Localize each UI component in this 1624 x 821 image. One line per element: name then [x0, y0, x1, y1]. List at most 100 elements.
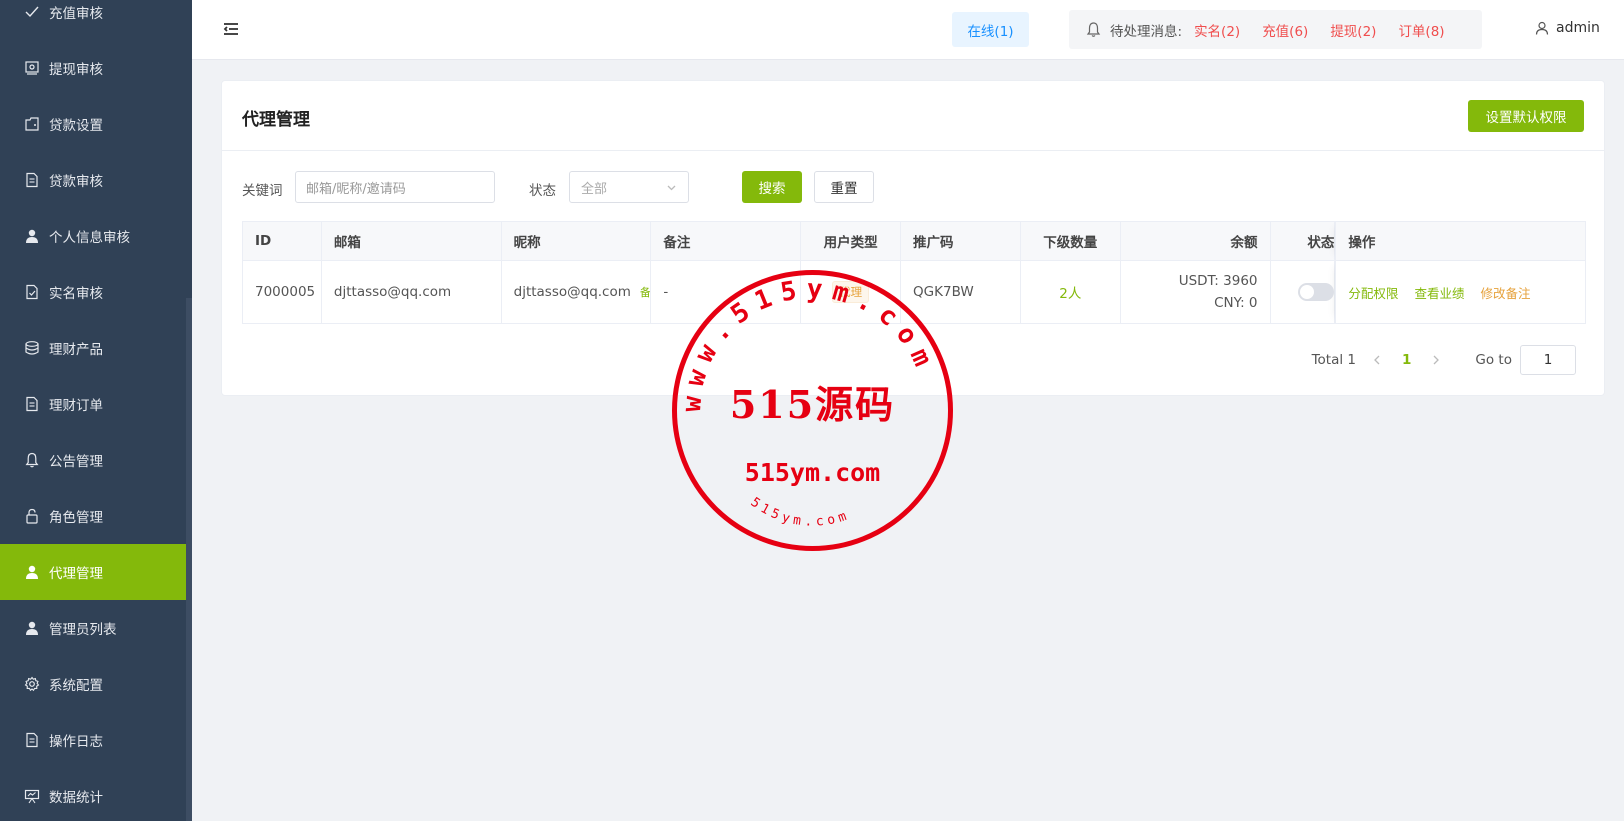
pending-link-withdraw[interactable]: 提现(2)	[1330, 20, 1376, 40]
chevron-down-icon	[666, 182, 677, 193]
agent-management-card: 代理管理 设置默认权限 关键词 邮箱/昵称/邀请码 状态 全部 搜索 重置 ID…	[221, 80, 1605, 396]
user-menu[interactable]: admin	[1535, 20, 1600, 36]
page-number-current[interactable]: 1	[1402, 352, 1411, 368]
sidebar-item-5[interactable]: 个人信息审核	[0, 208, 192, 264]
cell-actions: 分配权限 查看业绩 修改备注	[1335, 261, 1585, 323]
nickname-text: djttasso@qq.com	[513, 284, 631, 300]
sidebar-item-label: 公告管理	[49, 454, 103, 470]
sidebar-item-label: 操作日志	[49, 734, 103, 750]
assign-permission-link[interactable]: 分配权限	[1348, 283, 1398, 302]
sidebar-item-label: 理财订单	[49, 398, 103, 414]
sidebar-item-9[interactable]: 公告管理	[0, 432, 192, 488]
status-label: 状态	[529, 183, 556, 199]
pending-label: 待处理消息:	[1110, 23, 1183, 40]
sidebar-item-10[interactable]: 角色管理	[0, 488, 192, 544]
goto-page-input[interactable]: 1	[1520, 345, 1576, 375]
sidebar-item-13[interactable]: 系统配置	[0, 656, 192, 712]
set-default-permission-button[interactable]: 设置默认权限	[1468, 100, 1584, 132]
pending-messages-bar: 待处理消息: 实名(2) 充值(6) 提现(2) 订单(8)	[1069, 10, 1482, 49]
chevron-right-icon[interactable]	[1429, 353, 1443, 367]
pending-link-recharge[interactable]: 充值(6)	[1262, 20, 1308, 40]
user-icon	[24, 564, 40, 580]
sidebar-item-label: 个人信息审核	[49, 230, 130, 246]
cell-status	[1271, 261, 1336, 323]
gear-icon	[24, 676, 40, 692]
sidebar-item-label: 管理员列表	[49, 622, 117, 638]
document-icon	[24, 396, 40, 412]
col-promo-code: 推广码	[901, 222, 1021, 260]
sidebar-item-label: 代理管理	[49, 566, 103, 582]
sidebar-item-12[interactable]: 管理员列表	[0, 600, 192, 656]
coins-icon	[24, 340, 40, 356]
sidebar-item-label: 角色管理	[49, 510, 103, 526]
bell-icon	[24, 452, 40, 468]
sidebar-item-label: 数据统计	[49, 790, 103, 806]
sidebar-scrollbar[interactable]	[186, 298, 192, 821]
user-icon	[24, 620, 40, 636]
col-nickname: 昵称	[502, 222, 652, 260]
folder-icon	[24, 116, 40, 132]
sidebar-item-label: 实名审核	[49, 286, 103, 302]
status-select-value: 全部	[581, 181, 608, 197]
sidebar-item-label: 充值审核	[49, 6, 103, 22]
page-title: 代理管理	[242, 110, 310, 130]
nickname-note-tag[interactable]: 备注	[640, 284, 651, 300]
sidebar-item-6[interactable]: 实名审核	[0, 264, 192, 320]
col-note: 备注	[651, 222, 802, 260]
col-status: 状态	[1271, 222, 1336, 260]
col-actions: 操作	[1335, 222, 1585, 260]
sidebar-item-label: 贷款设置	[49, 118, 103, 134]
sidebar-item-15[interactable]: 数据统计	[0, 768, 192, 821]
chevron-left-icon[interactable]	[1370, 353, 1384, 367]
col-sub-count: 下级数量	[1021, 222, 1121, 260]
col-balance: 余额	[1121, 222, 1271, 260]
lock-icon	[24, 508, 40, 524]
table-row: 7000005 djttasso@qq.com djttasso@qq.com …	[243, 261, 1585, 323]
sidebar-item-3[interactable]: 贷款设置	[0, 96, 192, 152]
username: admin	[1556, 20, 1600, 36]
view-performance-link[interactable]: 查看业绩	[1414, 283, 1464, 302]
pagination: Total 1 1 Go to 1	[1312, 345, 1576, 375]
cell-id: 7000005	[243, 261, 322, 323]
sidebar-item-1[interactable]: 充值审核	[0, 0, 192, 40]
cell-email: djttasso@qq.com	[322, 261, 502, 323]
sub-count-link[interactable]: 2人	[1059, 282, 1081, 302]
edit-note-link[interactable]: 修改备注	[1480, 283, 1530, 302]
sidebar-item-label: 理财产品	[49, 342, 103, 358]
online-count-badge[interactable]: 在线(1)	[952, 12, 1029, 47]
cell-balance: USDT: 3960 CNY: 0	[1121, 261, 1271, 323]
cell-promo-code: QGK7BW	[901, 261, 1021, 323]
top-header: 在线(1) 待处理消息: 实名(2) 充值(6) 提现(2) 订单(8) adm…	[192, 0, 1624, 60]
document-icon	[24, 732, 40, 748]
sidebar-item-2[interactable]: 提现审核	[0, 40, 192, 96]
keyword-input[interactable]: 邮箱/昵称/邀请码	[295, 171, 495, 203]
keyword-label: 关键词	[242, 183, 283, 199]
reset-button[interactable]: 重置	[814, 171, 874, 203]
document-check-icon	[24, 284, 40, 300]
sidebar-item-14[interactable]: 操作日志	[0, 712, 192, 768]
bell-icon	[1085, 21, 1102, 38]
user-icon	[1535, 21, 1549, 35]
sidebar-item-7[interactable]: 理财产品	[0, 320, 192, 376]
hamburger-menu-icon[interactable]	[222, 20, 240, 38]
watermark-bottom-text: 515ym.com	[748, 495, 853, 530]
sidebar-item-8[interactable]: 理财订单	[0, 376, 192, 432]
pending-link-order[interactable]: 订单(8)	[1398, 20, 1444, 40]
sidebar-item-11[interactable]: 代理管理	[0, 544, 192, 600]
pending-link-realname[interactable]: 实名(2)	[1194, 20, 1240, 40]
agent-table: ID 邮箱 昵称 备注 用户类型 推广码 下级数量 余额 状态 操作 70000…	[242, 221, 1586, 324]
search-button[interactable]: 搜索	[742, 171, 802, 203]
status-select[interactable]: 全部	[569, 171, 689, 203]
pagination-total: Total 1	[1311, 352, 1357, 368]
sidebar-item-4[interactable]: 贷款审核	[0, 152, 192, 208]
table-header-row: ID 邮箱 昵称 备注 用户类型 推广码 下级数量 余额 状态 操作	[243, 222, 1585, 261]
status-toggle[interactable]	[1298, 283, 1335, 301]
sidebar-menu: 充值审核提现审核贷款设置贷款审核个人信息审核 实名审核理财产品理财订单公告管理角色…	[0, 0, 192, 821]
document-icon	[24, 172, 40, 188]
presentation-icon	[24, 788, 40, 804]
check-icon	[24, 4, 40, 20]
user-icon	[24, 228, 40, 244]
watermark-domain-text: 515ym.com	[745, 458, 880, 487]
cell-sub-count: 2人	[1021, 261, 1121, 323]
sidebar-item-label: 提现审核	[49, 62, 103, 78]
